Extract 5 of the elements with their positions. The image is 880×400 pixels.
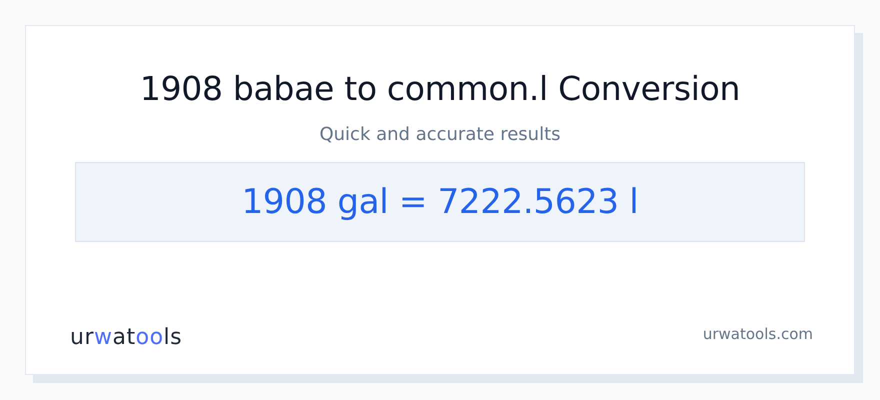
subtitle: Quick and accurate results [319, 124, 561, 146]
site-url: urwatools.com [702, 324, 813, 342]
logo: urwatools [70, 325, 182, 350]
page-title: 1908 babae to common.l Conversion [140, 68, 740, 110]
conversion-result: 1908 gal = 7222.5623 l [242, 182, 638, 222]
